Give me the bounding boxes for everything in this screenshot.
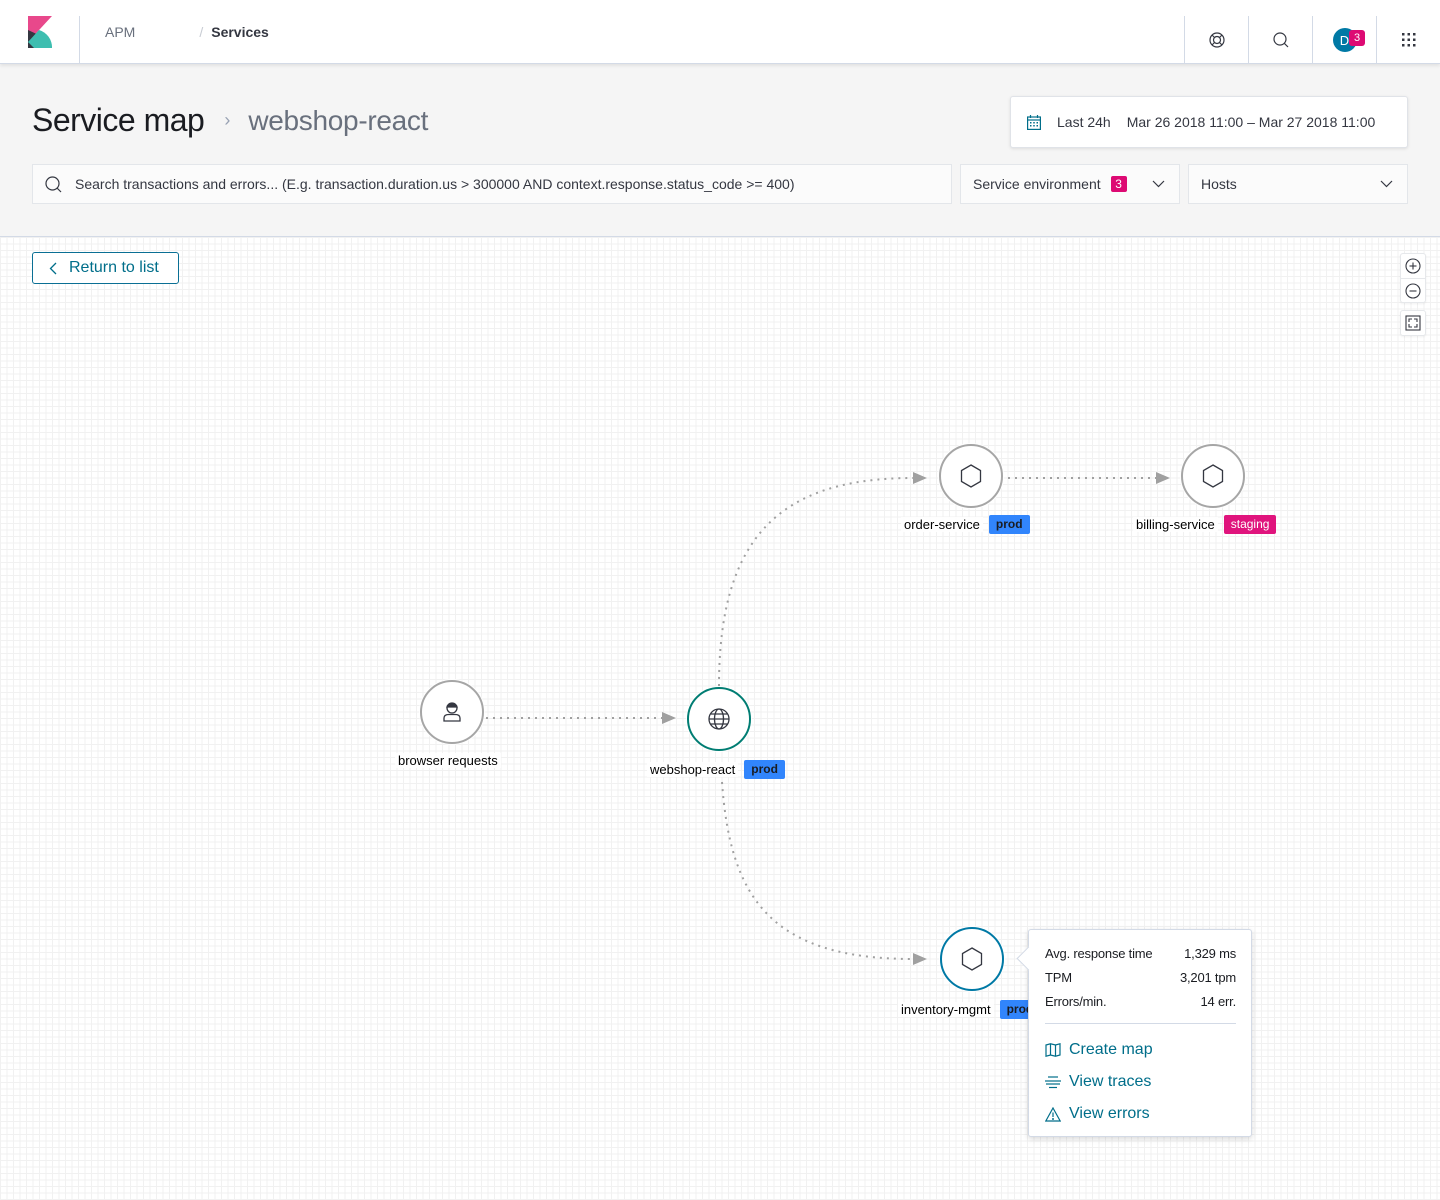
node-label-order-service: order-service prod (901, 515, 1030, 534)
chevron-left-icon (49, 262, 57, 274)
env-badge-prod: prod (988, 515, 1030, 534)
metric-label: Errors/min. (1045, 994, 1107, 1009)
metric-value: 3,201 tpm (1179, 970, 1236, 985)
node-label-browser-requests: browser requests (395, 753, 501, 768)
map-icon (1045, 1043, 1061, 1057)
plus-in-circle-icon (1405, 258, 1421, 274)
hexagon-icon (1202, 464, 1224, 488)
view-errors-label: View errors (1069, 1105, 1150, 1122)
env-badge-prod: prod (744, 760, 785, 779)
global-search-button[interactable] (1248, 16, 1312, 64)
metric-label: Avg. response time (1045, 946, 1153, 961)
metric-errors-per-min: Errors/min. 14 err. (1045, 992, 1236, 1016)
service-environment-count-badge: 3 (1110, 176, 1127, 192)
edge-webshop-to-order[interactable] (718, 472, 927, 687)
title-separator-icon: › (224, 110, 231, 130)
warning-icon (1045, 1106, 1061, 1122)
metric-value: 14 err. (1200, 994, 1237, 1009)
help-button[interactable] (1184, 16, 1248, 64)
service-environment-label: Service environment (973, 176, 1101, 192)
create-map-label: Create map (1069, 1041, 1153, 1058)
help-lifebuoy-icon (1208, 32, 1225, 48)
fit-to-screen-button[interactable] (1401, 311, 1425, 335)
hosts-select[interactable]: Hosts (1188, 164, 1408, 204)
apps-grid-icon (1401, 33, 1415, 47)
metric-label: TPM (1045, 970, 1072, 985)
node-name: browser requests (395, 753, 501, 768)
title-row: Service map › webshop-react (32, 102, 428, 139)
nav-actions: D 3 (1184, 0, 1440, 64)
globe-icon (708, 708, 730, 730)
service-map-canvas[interactable]: Return to list browser requests webshop-… (0, 237, 1440, 1200)
notification-badge: 3 (1349, 30, 1365, 46)
view-errors-link[interactable]: View errors (1045, 1098, 1236, 1130)
node-billing-service[interactable] (1181, 444, 1245, 508)
fit-controls (1400, 310, 1426, 336)
page-header: Service map › webshop-react Last 24h Mar… (0, 64, 1440, 237)
search-bar (32, 164, 952, 204)
node-webshop-react[interactable] (687, 687, 751, 751)
hexagon-icon (960, 464, 982, 488)
node-name: billing-service (1133, 517, 1218, 532)
node-order-service[interactable] (939, 444, 1003, 508)
metric-tpm: TPM 3,201 tpm (1045, 968, 1236, 992)
page-title: Service map (32, 102, 205, 138)
node-label-webshop-react: webshop-react prod (647, 760, 785, 779)
node-name: inventory-mgmt (898, 1002, 994, 1017)
popover-divider (1045, 1023, 1236, 1024)
zoom-in-button[interactable] (1401, 254, 1425, 278)
date-range: Mar 26 2018 11:00 – Mar 27 2018 11:00 (1126, 114, 1376, 130)
metric-avg-response-time: Avg. response time 1,329 ms (1045, 944, 1236, 968)
apps-menu-button[interactable] (1376, 16, 1440, 64)
search-input[interactable] (73, 175, 951, 193)
chevron-down-icon (1380, 180, 1393, 188)
node-browser-requests[interactable] (420, 680, 484, 744)
chevron-down-icon (1152, 180, 1165, 188)
breadcrumb-separator: / (199, 23, 204, 40)
date-picker[interactable]: Last 24h Mar 26 2018 11:00 – Mar 27 2018… (1010, 96, 1408, 148)
minus-in-circle-icon (1405, 282, 1421, 299)
zoom-controls (1400, 253, 1426, 303)
hosts-label: Hosts (1201, 176, 1237, 192)
service-environment-select[interactable]: Service environment 3 (960, 164, 1180, 204)
env-badge-staging: staging (1223, 515, 1277, 534)
breadcrumb-services: Services (211, 23, 269, 40)
view-traces-label: View traces (1069, 1073, 1152, 1090)
top-nav: APM / Services D 3 (0, 0, 1440, 64)
view-traces-link[interactable]: View traces (1045, 1066, 1236, 1098)
user-icon (443, 702, 461, 722)
node-name: webshop-react (647, 762, 739, 777)
hexagon-icon (961, 947, 983, 971)
node-name: order-service (901, 517, 983, 532)
fullscreen-icon (1405, 315, 1421, 331)
node-inventory-mgmt[interactable] (940, 927, 1004, 991)
traces-icon (1045, 1076, 1061, 1089)
node-label-inventory-mgmt: inventory-mgmt prod (898, 1000, 1041, 1019)
user-menu-button[interactable]: D 3 (1312, 16, 1376, 64)
create-map-link[interactable]: Create map (1045, 1034, 1236, 1066)
return-to-list-button[interactable]: Return to list (32, 252, 179, 284)
logo-container (0, 16, 80, 64)
calendar-icon (1027, 114, 1041, 130)
search-icon (1272, 32, 1288, 48)
quick-range-label: Last 24h (1057, 114, 1111, 130)
breadcrumb-apm[interactable]: APM (105, 24, 135, 40)
edge-webshop-to-inventory[interactable] (721, 781, 927, 965)
return-to-list-label: Return to list (69, 259, 159, 276)
metric-value: 1,329 ms (1184, 946, 1236, 961)
node-label-billing-service: billing-service staging (1133, 515, 1277, 534)
zoom-out-button[interactable] (1401, 278, 1425, 302)
search-icon (45, 175, 62, 192)
breadcrumb: APM / Services (80, 0, 269, 63)
node-details-popover: Avg. response time 1,329 ms TPM 3,201 tp… (1028, 929, 1252, 1137)
kibana-logo-icon[interactable] (27, 16, 52, 48)
page-subtitle: webshop-react (248, 104, 429, 136)
